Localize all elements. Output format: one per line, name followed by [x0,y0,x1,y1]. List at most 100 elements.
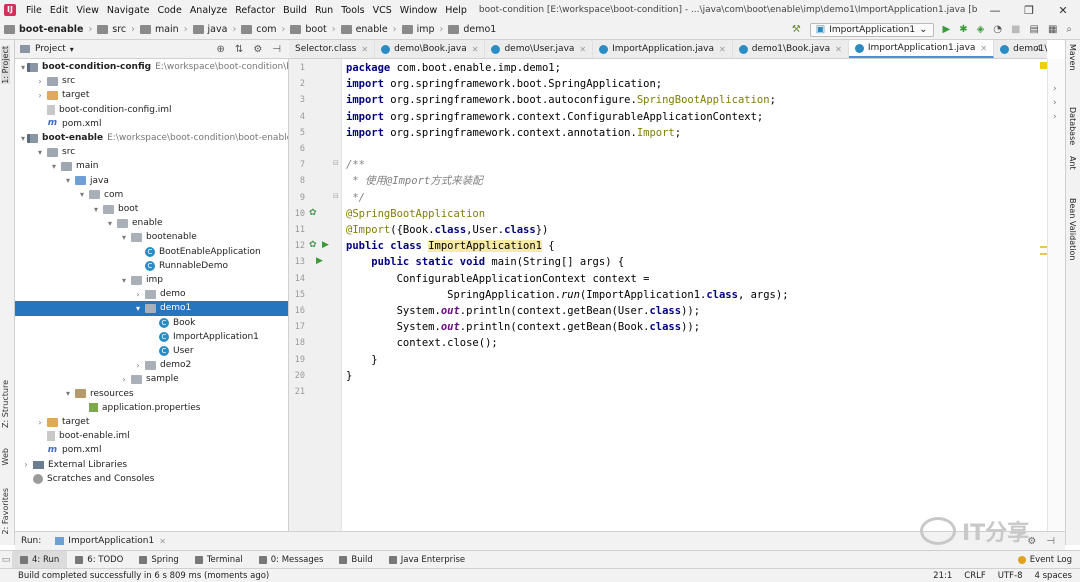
tree-item[interactable]: Scratches and Consoles [15,472,288,486]
tree-item[interactable]: ▾ imp [15,273,288,287]
project-structure-icon[interactable]: ▤ [1029,24,1038,35]
tree-item[interactable]: ▾ com [15,188,288,202]
fold-marker-icon[interactable]: ⊟ [333,159,339,167]
tree-item[interactable]: ▾ boot [15,202,288,216]
tree-item[interactable]: › External Libraries [15,458,288,472]
warning-marker-icon[interactable] [1040,62,1047,69]
search-icon[interactable]: ⌕ [1066,24,1072,35]
editor-tab[interactable]: ImportApplication.java ✕ [593,40,733,58]
expand-arrow-icon[interactable]: ▾ [119,233,129,242]
tab-overflow-count[interactable]: 4 [1036,44,1041,53]
tree-item[interactable]: C BootEnableApplication [15,245,288,259]
indent-setting[interactable]: 4 spaces [1035,571,1072,581]
collapse-all-icon[interactable]: ⇅ [235,44,243,55]
structure-tool-button[interactable]: Z: Structure [1,380,10,428]
restore-button[interactable]: ❐ [1012,4,1046,17]
breadcrumb-item[interactable]: com › [241,24,290,35]
editor-tab[interactable]: demo\Book.java ✕ [375,40,486,58]
expand-arrow-icon[interactable]: ▾ [49,162,59,171]
tree-item[interactable]: C RunnableDemo [15,259,288,273]
favorites-tool-button[interactable]: 2: Favorites [1,488,10,534]
tree-item[interactable]: C User [15,344,288,358]
collapse-arrow-icon[interactable]: › [21,460,31,469]
hide-icon[interactable]: ⊣ [272,44,281,55]
expand-arrow-icon[interactable]: ▾ [21,134,25,143]
minimize-button[interactable]: — [978,4,1012,17]
tool-window-button[interactable]: Java Enterprise [381,551,473,568]
tree-item[interactable]: ▾ boot-condition-config E:\workspace\boot-… [15,60,288,74]
web-tool-button[interactable]: Web [1,448,10,465]
warning-line-marker[interactable] [1040,253,1047,255]
database-tool-button[interactable]: Database [1068,107,1077,145]
tree-item[interactable]: boot-condition-config.iml [15,103,288,117]
breadcrumb-item[interactable]: src › [97,24,140,35]
breadcrumb-item[interactable]: imp › [401,24,449,35]
spring-bean-icon[interactable]: ✿ [309,208,317,218]
collapse-arrow-icon[interactable]: › [133,290,143,299]
profile-icon[interactable]: ◔ [993,24,1002,35]
breadcrumb-item[interactable]: enable › [340,24,402,35]
status-message[interactable]: Build completed successfully in 6 s 809 … [18,571,269,581]
hammer-icon[interactable]: ⚒ [792,24,801,35]
tree-item[interactable]: application.properties [15,401,288,415]
sdk-icon[interactable]: ▦ [1048,24,1057,35]
tree-item[interactable]: › sample [15,372,288,386]
menu-item-analyze[interactable]: Analyze [186,5,231,16]
menu-item-navigate[interactable]: Navigate [103,5,154,16]
run-config-selector[interactable]: ▣ ImportApplication1 ⌄ [809,22,934,37]
project-tool-button[interactable]: 1: Project [1,46,10,84]
tree-item[interactable]: ▾ boot-enable E:\workspace\boot-condition\… [15,131,288,145]
run-tab[interactable]: ImportApplication1 ✕ [55,536,166,546]
run-icon[interactable]: ▶ [943,24,951,35]
breadcrumb-item[interactable]: boot-enable › [4,24,97,35]
tree-item[interactable]: › demo2 [15,358,288,372]
close-icon[interactable]: ✕ [719,45,726,54]
gear-icon[interactable]: ⚙ [253,44,262,55]
collapse-arrow-icon[interactable]: › [133,361,143,370]
tool-window-button[interactable]: 6: TODO [67,551,131,568]
tree-item[interactable]: C ImportApplication1 [15,330,288,344]
run-gutter-icon[interactable]: ▶ [316,256,323,266]
tree-item[interactable]: ▾ java [15,174,288,188]
tree-item[interactable]: ▾ enable [15,216,288,230]
expand-arrow-icon[interactable]: ▾ [35,148,45,157]
project-panel-title[interactable]: Project [35,44,66,54]
close-button[interactable]: ✕ [1046,4,1080,17]
tree-item[interactable]: ▾ bootenable [15,230,288,244]
tree-item[interactable]: › src [15,74,288,88]
ant-tool-button[interactable]: Ant [1068,156,1077,170]
close-icon[interactable]: ✕ [159,537,166,546]
chevron-down-icon[interactable]: ▾ [70,45,74,54]
tool-window-button[interactable]: 0: Messages [251,551,332,568]
tree-item[interactable]: › target [15,415,288,429]
debug-icon[interactable]: ✱ [959,24,967,35]
tree-item[interactable]: m pom.xml [15,443,288,457]
tree-item[interactable]: ▾ main [15,159,288,173]
run-gutter-icon[interactable]: ▶ [322,240,329,250]
editor-error-stripe[interactable]: › › › [1040,59,1065,531]
menu-item-vcs[interactable]: VCS [369,5,396,16]
menu-item-help[interactable]: Help [441,5,471,16]
expand-arrow-icon[interactable]: ▾ [133,304,143,313]
menu-item-code[interactable]: Code [153,5,185,16]
tool-window-button[interactable]: Terminal [187,551,251,568]
breadcrumb-item[interactable]: demo1 [448,24,496,35]
expand-arrow-icon[interactable]: ▾ [91,205,101,214]
close-icon[interactable]: ✕ [579,45,586,54]
expand-arrow-icon[interactable]: ▾ [119,276,129,285]
close-icon[interactable]: ✕ [835,45,842,54]
fold-marker-icon[interactable]: ⊟ [333,192,339,200]
close-icon[interactable]: ✕ [980,44,987,53]
editor-tab[interactable]: demo\User.java ✕ [485,40,594,58]
expand-arrow-icon[interactable]: ▾ [77,190,87,199]
event-log-button[interactable]: Event Log [1010,555,1080,565]
bean-validation-tool-button[interactable]: Bean Validation [1068,198,1077,260]
editor-tab[interactable]: Selector.class ✕ [289,40,376,58]
locate-icon[interactable]: ⊕ [217,44,225,55]
tool-window-button[interactable]: Build [331,551,380,568]
expand-arrow-icon[interactable]: ▾ [63,389,73,398]
spring-bean-icon[interactable]: ✿ [309,240,317,250]
collapse-arrow-icon[interactable]: › [119,375,129,384]
menu-item-window[interactable]: Window [396,5,441,16]
expand-arrow-icon[interactable]: ▾ [105,219,115,228]
